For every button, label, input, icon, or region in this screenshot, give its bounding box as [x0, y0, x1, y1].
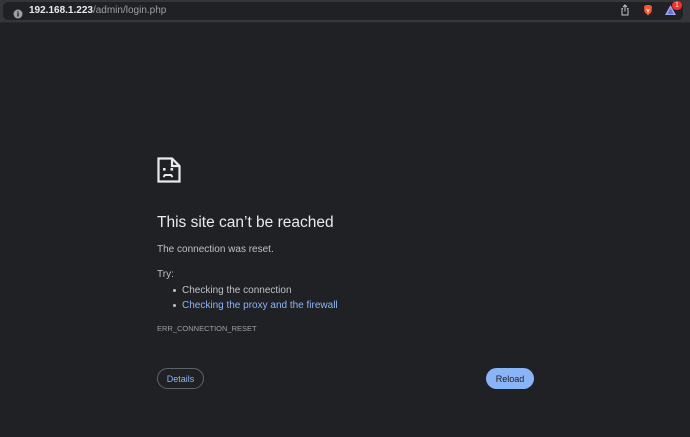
- share-icon[interactable]: [619, 3, 631, 16]
- try-label: Try:: [157, 269, 174, 280]
- reload-button[interactable]: Reload: [486, 368, 534, 389]
- info-icon[interactable]: [13, 6, 23, 19]
- error-code: ERR_CONNECTION_RESET: [157, 324, 257, 333]
- address-bar[interactable]: 192.168.1.223/admin/login.php: [3, 2, 683, 20]
- rewards-badge: 1: [672, 1, 682, 10]
- sad-page-icon: [157, 157, 181, 183]
- details-button[interactable]: Details: [157, 368, 204, 389]
- suggestion-check-connection: Checking the connection: [157, 283, 338, 298]
- url-host: 192.168.1.223: [29, 5, 93, 16]
- brave-shields-icon[interactable]: [642, 3, 654, 16]
- url-text[interactable]: 192.168.1.223/admin/login.php: [29, 5, 166, 17]
- suggestion-list: Checking the connection Checking the pro…: [157, 283, 338, 313]
- error-message: The connection was reset.: [157, 244, 274, 255]
- url-path: /admin/login.php: [92, 5, 167, 16]
- suggestion-check-proxy-firewall-link[interactable]: Checking the proxy and the firewall: [157, 298, 338, 313]
- page-title: This site can’t be reached: [157, 214, 334, 231]
- browser-toolbar: 192.168.1.223/admin/login.php 1: [0, 0, 690, 23]
